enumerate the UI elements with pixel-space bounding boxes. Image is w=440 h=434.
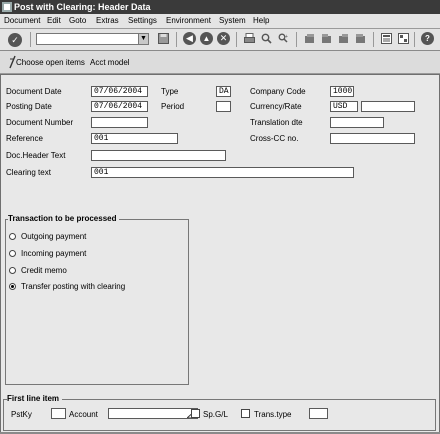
header-data-screen: Document Date 07/06/2004 Type DA Company…	[0, 74, 440, 434]
title-bar: Post with Clearing: Header Data	[0, 0, 440, 14]
reference-label: Reference	[6, 134, 43, 143]
shortcut-icon[interactable]	[397, 32, 410, 45]
standard-toolbar: ✓ ▼ ◀ ▲ ✕ + ?	[0, 29, 440, 51]
menu-document[interactable]: Document	[4, 16, 40, 25]
choose-open-items-button[interactable]: Choose open items	[16, 58, 85, 67]
special-gl-checkbox[interactable]	[191, 409, 200, 418]
cross-cc-label: Cross-CC no.	[250, 134, 299, 143]
radio-transfer-posting[interactable]	[9, 283, 16, 290]
translation-date-label: Translation dte	[250, 118, 303, 127]
transfer-posting-label[interactable]: Transfer posting with clearing	[21, 282, 125, 291]
svg-text:+: +	[285, 34, 288, 40]
command-field[interactable]	[36, 33, 139, 45]
menu-environment[interactable]: Environment	[166, 16, 211, 25]
exit-icon[interactable]: ▲	[200, 32, 213, 45]
currency-field[interactable]: USD	[330, 101, 358, 112]
document-date-field[interactable]: 07/06/2004	[91, 86, 148, 97]
spgl-label: Sp.G/L	[203, 410, 228, 419]
toolbar-separator	[30, 32, 31, 47]
reference-field[interactable]: 001	[91, 133, 178, 144]
window-title: Post with Clearing: Header Data	[14, 2, 151, 12]
radio-incoming-payment[interactable]	[9, 250, 16, 257]
posting-date-label: Posting Date	[6, 102, 52, 111]
document-number-label: Document Number	[6, 118, 74, 127]
incoming-payment-label[interactable]: Incoming payment	[21, 249, 86, 258]
doc-header-text-field[interactable]	[91, 150, 226, 161]
save-icon[interactable]	[157, 32, 170, 45]
trans-type-label: Trans.type	[254, 410, 292, 419]
find-icon[interactable]	[260, 32, 273, 45]
previous-page-icon[interactable]	[320, 32, 333, 45]
posting-date-field[interactable]: 07/06/2004	[91, 101, 148, 112]
application-toolbar: Choose open items Acct model	[0, 51, 440, 74]
type-label: Type	[161, 87, 179, 96]
menu-goto[interactable]: Goto	[69, 16, 86, 25]
period-field[interactable]	[216, 101, 231, 112]
cross-cc-field[interactable]	[330, 133, 415, 144]
period-label: Period	[161, 102, 185, 111]
create-session-icon[interactable]	[380, 32, 393, 45]
credit-memo-label[interactable]: Credit memo	[21, 266, 67, 275]
menu-edit[interactable]: Edit	[47, 16, 61, 25]
transaction-group-title: Transaction to be processed	[8, 214, 120, 223]
doc-header-text-label: Doc.Header Text	[6, 151, 66, 160]
company-code-label: Company Code	[250, 87, 306, 96]
next-page-icon[interactable]	[337, 32, 350, 45]
clearing-text-label: Clearing text	[6, 168, 51, 177]
toolbar-separator	[373, 32, 374, 47]
clearing-text-field[interactable]: 001	[91, 167, 354, 178]
account-label: Account	[69, 410, 98, 419]
menu-help[interactable]: Help	[253, 16, 269, 25]
posting-key-field[interactable]	[51, 408, 66, 419]
back-icon[interactable]: ◀	[183, 32, 196, 45]
help-icon[interactable]: ?	[421, 32, 434, 45]
radio-outgoing-payment[interactable]	[9, 233, 16, 240]
acct-model-button[interactable]: Acct model	[90, 58, 130, 67]
pstky-label: PstKy	[11, 410, 32, 419]
cancel-icon[interactable]: ✕	[217, 32, 230, 45]
menu-system[interactable]: System	[219, 16, 246, 25]
exchange-rate-field[interactable]	[361, 101, 415, 112]
currency-rate-label: Currency/Rate	[250, 102, 302, 111]
translation-date-field[interactable]	[330, 117, 384, 128]
menu-extras[interactable]: Extras	[96, 16, 119, 25]
sap-window-icon	[2, 2, 12, 12]
trans-type-field[interactable]	[309, 408, 328, 419]
check-icon[interactable]: ✓	[8, 33, 22, 47]
radio-credit-memo[interactable]	[9, 267, 16, 274]
document-number-field[interactable]	[91, 117, 148, 128]
outgoing-payment-label[interactable]: Outgoing payment	[21, 232, 86, 241]
toolbar-separator	[296, 32, 297, 47]
first-line-item-title: First line item	[7, 394, 63, 403]
menu-bar: Document Edit Goto Extras Settings Envir…	[0, 14, 440, 29]
document-date-label: Document Date	[6, 87, 62, 96]
toolbar-separator	[414, 32, 415, 47]
toolbar-separator	[176, 32, 177, 47]
toolbar-separator	[236, 32, 237, 47]
document-type-field[interactable]: DA	[216, 86, 231, 97]
menu-settings[interactable]: Settings	[128, 16, 157, 25]
first-page-icon[interactable]	[303, 32, 316, 45]
print-icon[interactable]	[243, 32, 256, 45]
company-code-field[interactable]: 1000	[330, 86, 354, 97]
command-history-dropdown[interactable]: ▼	[138, 33, 149, 45]
trans-type-checkbox[interactable]	[241, 409, 250, 418]
account-field[interactable]	[108, 408, 198, 419]
last-page-icon[interactable]	[354, 32, 367, 45]
transaction-group	[5, 219, 189, 385]
find-next-icon[interactable]: +	[277, 32, 290, 45]
